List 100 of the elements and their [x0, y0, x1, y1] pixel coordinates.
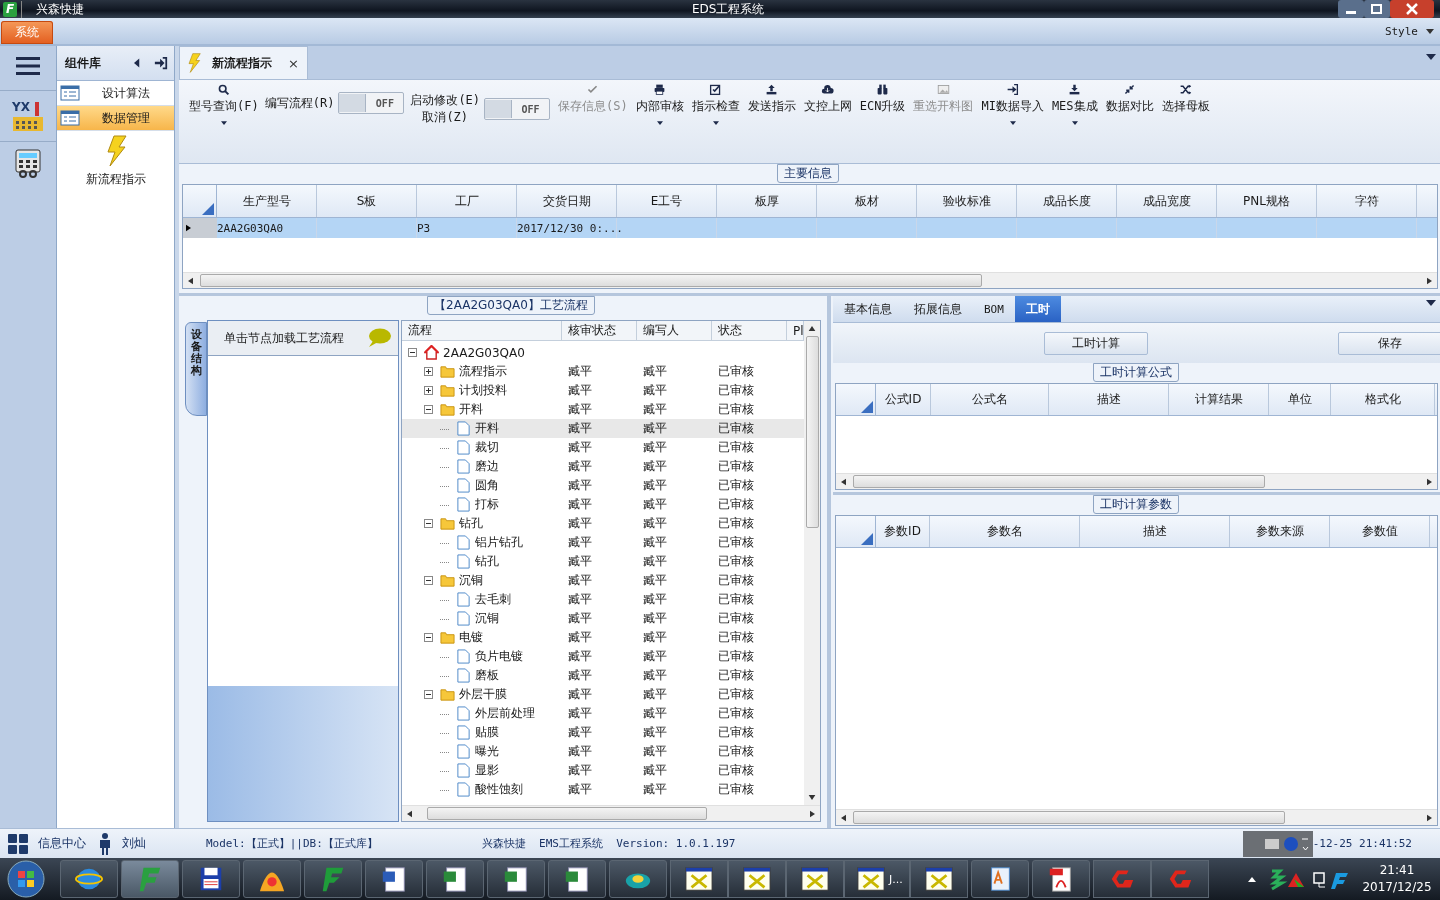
tree-row[interactable]: 负片电镀 臧平 臧平 已审核 [402, 647, 804, 666]
column-header[interactable]: E工号 [617, 185, 717, 217]
column-header[interactable]: 单位 [1269, 384, 1331, 415]
close-button[interactable]: × [288, 55, 299, 71]
detail-tab[interactable]: 基本信息 [833, 296, 903, 322]
taskbar-button[interactable] [728, 860, 786, 898]
caret-icon[interactable] [1426, 53, 1436, 60]
column-header[interactable]: 成品长度 [1017, 185, 1117, 217]
toolbar-button[interactable]: 指示检查 [687, 83, 744, 129]
toolbar-button[interactable]: ECN升级 [855, 83, 910, 129]
menu-icon[interactable] [16, 56, 40, 76]
column-header[interactable]: 成品宽度 [1117, 185, 1217, 217]
style-menu[interactable]: Style [1384, 24, 1418, 38]
tree-row[interactable]: 曝光 臧平 臧平 已审核 [402, 742, 804, 761]
column-header[interactable]: S板 [317, 185, 417, 217]
column-header[interactable]: 流程 [402, 321, 562, 340]
action-button[interactable]: 保存 [1338, 331, 1440, 355]
input-method-icon[interactable] [1242, 830, 1313, 857]
corner-icon[interactable] [861, 533, 873, 545]
collapse-icon[interactable] [424, 576, 433, 585]
horizontal-scrollbar[interactable] [836, 809, 1437, 825]
tree-row[interactable]: 外层干膜 臧平 臧平 已审核 [402, 685, 804, 704]
expand-icon[interactable] [424, 386, 433, 395]
toolbar-button[interactable]: MI数据导入 [977, 83, 1048, 129]
column-header[interactable]: 工厂 [417, 185, 517, 217]
tree-row[interactable]: 沉铜 臧平 臧平 已审核 [402, 571, 804, 590]
taskbar-button[interactable]: J... [844, 860, 910, 898]
taskbar-button[interactable] [1032, 860, 1090, 898]
toggle-switch[interactable]: OFF [484, 98, 551, 120]
corner-icon[interactable] [861, 401, 873, 413]
column-header[interactable]: 交货日期 [517, 185, 617, 217]
tree-row[interactable]: 计划投料 臧平 臧平 已审核 [402, 381, 804, 400]
column-header[interactable]: 核审状态 [562, 321, 637, 340]
tree-row[interactable]: 流程指示 臧平 臧平 已审核 [402, 362, 804, 381]
horizontal-scrollbar[interactable] [402, 805, 820, 821]
column-header[interactable]: 状态 [712, 321, 787, 340]
taskbar-button[interactable] [243, 860, 301, 898]
column-header[interactable]: 编写人 [637, 321, 712, 340]
toggle-switch[interactable]: OFF [338, 92, 405, 114]
grid-icon[interactable] [8, 833, 28, 854]
expand-icon[interactable] [424, 367, 433, 376]
library-item[interactable]: 数据管理 [57, 106, 174, 131]
toolbar-button[interactable]: 选择母板 [1157, 83, 1214, 129]
taskbar-button[interactable] [609, 860, 667, 898]
tree-row[interactable]: 酸性蚀刻 臧平 臧平 已审核 [402, 780, 804, 799]
scroll-left-icon[interactable] [841, 813, 846, 822]
toolbar-button[interactable]: MES集成 [1047, 83, 1102, 129]
detail-tab[interactable]: 拓展信息 [903, 296, 973, 322]
collapse-icon[interactable] [424, 633, 433, 642]
column-header[interactable]: 参数ID [876, 516, 930, 547]
column-header[interactable]: 板材 [817, 185, 917, 217]
table-row[interactable]: 2AA2G03QA0 P3 2017/12/30 0:... [183, 218, 1437, 238]
taskbar-clock[interactable]: 21:41 2017/12/25 [1354, 862, 1440, 896]
taskbar-button[interactable] [670, 860, 728, 898]
tree-row[interactable]: 裁切 臧平 臧平 已审核 [402, 438, 804, 457]
toolbar-button[interactable]: 发送指示 [743, 83, 800, 129]
tree-row[interactable]: 圆角 臧平 臧平 已审核 [402, 476, 804, 495]
taskbar-button[interactable] [786, 860, 844, 898]
collapse-icon[interactable] [424, 405, 433, 414]
tree-row[interactable]: 打标 臧平 臧平 已审核 [402, 495, 804, 514]
tree-row[interactable]: 磨边 臧平 臧平 已审核 [402, 457, 804, 476]
collapse-icon[interactable] [408, 348, 417, 357]
column-header[interactable]: 格式化 [1331, 384, 1435, 415]
scroll-right-icon[interactable] [810, 809, 815, 818]
collapse-left-icon[interactable] [134, 58, 140, 68]
taskbar-button[interactable] [426, 860, 484, 898]
scroll-down-icon[interactable] [808, 795, 816, 800]
sign-in-icon[interactable] [154, 56, 168, 70]
scroll-left-icon[interactable] [188, 276, 193, 285]
scroll-right-icon[interactable] [1427, 276, 1432, 285]
side-tab[interactable]: 设备结构 [185, 322, 207, 416]
column-header[interactable]: 公式ID [876, 384, 931, 415]
scroll-left-icon[interactable] [841, 477, 846, 486]
column-header[interactable]: 字符 [1317, 185, 1417, 217]
column-header[interactable]: 公式名 [931, 384, 1049, 415]
column-header[interactable]: 板厚 [717, 185, 817, 217]
taskbar-button[interactable] [60, 860, 118, 898]
tree-row[interactable]: 钻孔 臧平 臧平 已审核 [402, 514, 804, 533]
scroll-right-icon[interactable] [1427, 477, 1432, 486]
horizontal-scrollbar[interactable] [183, 272, 1437, 288]
document-tab[interactable]: 新流程指示 × [179, 46, 308, 79]
toolbar-button[interactable]: 数据对比 [1101, 83, 1158, 129]
taskbar-button[interactable] [548, 860, 606, 898]
column-header[interactable]: 参数值 [1330, 516, 1430, 547]
restore-icon[interactable] [1364, 0, 1390, 18]
taskbar-button[interactable] [487, 860, 545, 898]
start-button[interactable] [6, 859, 46, 899]
scroll-left-icon[interactable] [407, 809, 412, 818]
horizontal-scrollbar[interactable] [836, 473, 1437, 489]
close-icon[interactable] [1390, 0, 1434, 18]
column-header[interactable]: 参数来源 [1230, 516, 1330, 547]
column-header[interactable]: 计算结果 [1169, 384, 1269, 415]
tree-row[interactable]: 开料 臧平 臧平 已审核 [402, 400, 804, 419]
caret-icon[interactable] [1426, 28, 1434, 34]
scroll-up-icon[interactable] [808, 326, 816, 331]
column-header[interactable]: 生产型号 [217, 185, 317, 217]
tree-row[interactable]: 2AA2G03QA0 [402, 343, 804, 362]
tree-row[interactable]: 钻孔 臧平 臧平 已审核 [402, 552, 804, 571]
scroll-right-icon[interactable] [1427, 813, 1432, 822]
tree-row[interactable]: 显影 臧平 臧平 已审核 [402, 761, 804, 780]
